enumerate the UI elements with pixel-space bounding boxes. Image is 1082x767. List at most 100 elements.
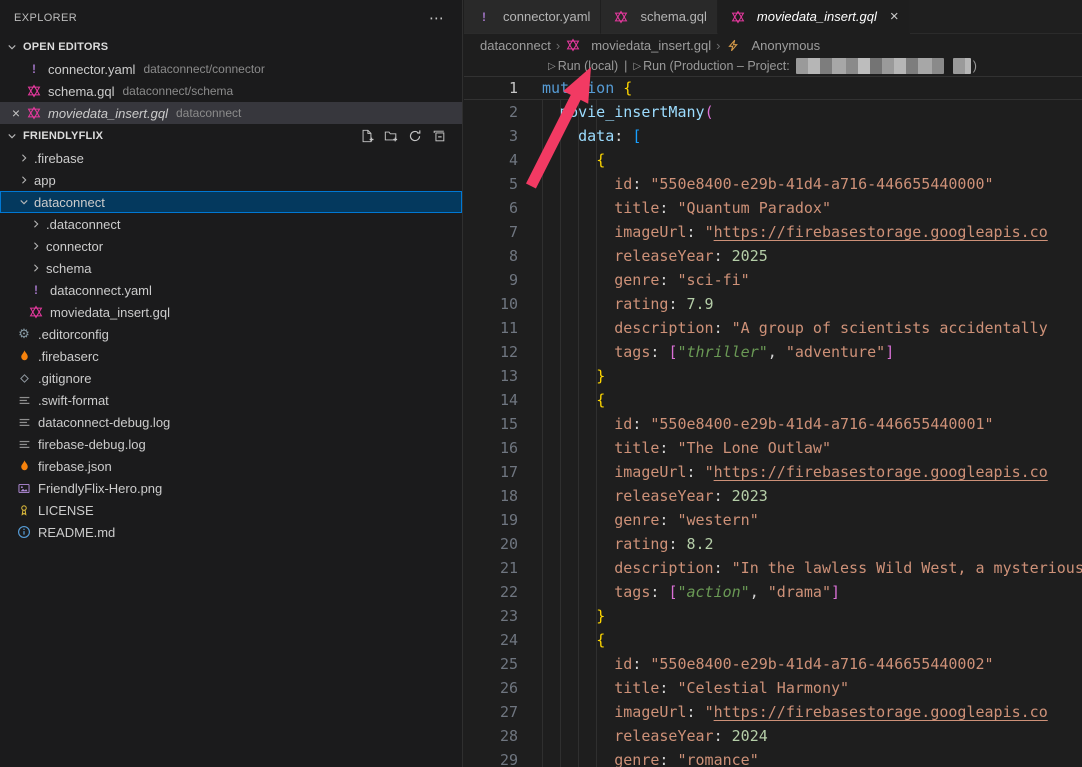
code-line-5[interactable]: 5 id: "550e8400-e29b-41d4-a716-446655440… [464, 172, 1082, 196]
tree-item-name: dataconnect.yaml [50, 283, 152, 298]
tree-item--dataconnect[interactable]: .dataconnect [0, 213, 462, 235]
info-icon [16, 524, 32, 540]
line-number: 16 [464, 436, 518, 460]
tree-item-firebase-json[interactable]: firebase.json [0, 455, 462, 477]
open-editor-item[interactable]: ×moviedata_insert.gqldataconnect [0, 102, 462, 124]
tab-connector-yaml[interactable]: !connector.yaml [464, 0, 601, 34]
tree-item-dataconnect[interactable]: dataconnect [0, 191, 462, 213]
line-number: 12 [464, 340, 518, 364]
code-line-2[interactable]: 2 movie_insertMany( [464, 100, 1082, 124]
code-text: title: "Quantum Paradox" [518, 196, 831, 220]
breadcrumb-separator: › [716, 38, 720, 53]
file-tree: .firebase app dataconnect .dataconnect conne… [0, 147, 462, 543]
yaml-icon: ! [476, 9, 492, 25]
code-line-21[interactable]: 21 description: "In the lawless Wild Wes… [464, 556, 1082, 580]
tree-item-name: .dataconnect [46, 217, 120, 232]
tree-item-name: firebase-debug.log [38, 437, 146, 452]
code-line-3[interactable]: 3 data: [ [464, 124, 1082, 148]
code-text: } [518, 364, 605, 388]
refresh-icon[interactable] [408, 129, 422, 143]
code-text: imageUrl: "https://firebasestorage.googl… [518, 220, 1048, 244]
line-number: 27 [464, 700, 518, 724]
breadcrumb-item[interactable]: moviedata_insert.gql [565, 37, 711, 53]
line-number: 28 [464, 724, 518, 748]
line-number: 8 [464, 244, 518, 268]
tab-schema-gql[interactable]: schema.gql [601, 0, 717, 34]
breadcrumb-item[interactable]: Anonymous [726, 37, 821, 53]
code-line-9[interactable]: 9 genre: "sci-fi" [464, 268, 1082, 292]
new-file-icon[interactable] [360, 129, 374, 143]
url-link[interactable]: https://firebasestorage.googleapis.co [714, 463, 1048, 481]
open-editor-item[interactable]: schema.gqldataconnect/schema [0, 80, 462, 102]
code-line-14[interactable]: 14 { [464, 388, 1082, 412]
code-line-24[interactable]: 24 { [464, 628, 1082, 652]
close-icon[interactable]: × [890, 9, 899, 24]
tree-item--editorconfig[interactable]: ⚙.editorconfig [0, 323, 462, 345]
tree-item-dataconnect-yaml[interactable]: !dataconnect.yaml [0, 279, 462, 301]
tree-item-app[interactable]: app [0, 169, 462, 191]
run-production-link[interactable]: ▷Run (Production – Project:) [633, 58, 976, 74]
tree-item-schema[interactable]: schema [0, 257, 462, 279]
tree-item-friendlyflix-hero-png[interactable]: FriendlyFlix-Hero.png [0, 477, 462, 499]
code-line-29[interactable]: 29 genre: "romance" [464, 748, 1082, 767]
tree-item--swift-format[interactable]: .swift-format [0, 389, 462, 411]
run-local-link[interactable]: ▷Run (local) [548, 59, 618, 73]
code-line-23[interactable]: 23 } [464, 604, 1082, 628]
code-line-19[interactable]: 19 genre: "western" [464, 508, 1082, 532]
code-line-17[interactable]: 17 imageUrl: "https://firebasestorage.go… [464, 460, 1082, 484]
code-line-15[interactable]: 15 id: "550e8400-e29b-41d4-a716-44665544… [464, 412, 1082, 436]
code-line-20[interactable]: 20 rating: 8.2 [464, 532, 1082, 556]
tree-item-connector[interactable]: connector [0, 235, 462, 257]
tree-item--gitignore[interactable]: .gitignore [0, 367, 462, 389]
code-text: imageUrl: "https://firebasestorage.googl… [518, 460, 1048, 484]
open-editor-name: schema.gql [48, 84, 114, 99]
tree-item-license[interactable]: LICENSE [0, 499, 462, 521]
code-line-13[interactable]: 13 } [464, 364, 1082, 388]
collapse-all-icon[interactable] [432, 129, 446, 143]
code-line-28[interactable]: 28 releaseYear: 2024 [464, 724, 1082, 748]
open-editor-item[interactable]: !connector.yamldataconnect/connector [0, 58, 462, 80]
code-line-8[interactable]: 8 releaseYear: 2025 [464, 244, 1082, 268]
code-line-18[interactable]: 18 releaseYear: 2023 [464, 484, 1082, 508]
code-line-25[interactable]: 25 id: "550e8400-e29b-41d4-a716-44665544… [464, 652, 1082, 676]
code-line-12[interactable]: 12 tags: ["thriller", "adventure"] [464, 340, 1082, 364]
code-text: rating: 7.9 [518, 292, 714, 316]
tree-item--firebase[interactable]: .firebase [0, 147, 462, 169]
code-line-4[interactable]: 4 { [464, 148, 1082, 172]
code-text: genre: "western" [518, 508, 759, 532]
url-link[interactable]: https://firebasestorage.googleapis.co [714, 223, 1048, 241]
code-line-6[interactable]: 6 title: "Quantum Paradox" [464, 196, 1082, 220]
play-icon: ▷ [548, 61, 556, 72]
tree-item-firebase-debug-log[interactable]: firebase-debug.log [0, 433, 462, 455]
code-line-22[interactable]: 22 tags: ["action", "drama"] [464, 580, 1082, 604]
tree-item-dataconnect-debug-log[interactable]: dataconnect-debug.log [0, 411, 462, 433]
code-line-11[interactable]: 11 description: "A group of scientists a… [464, 316, 1082, 340]
code-line-26[interactable]: 26 title: "Celestial Harmony" [464, 676, 1082, 700]
code-line-7[interactable]: 7 imageUrl: "https://firebasestorage.goo… [464, 220, 1082, 244]
vscode-window: EXPLORER ⋯ OPEN EDITORS !connector.yamld… [0, 0, 1082, 767]
chevron-right-icon [28, 216, 44, 232]
code-text: title: "The Lone Outlaw" [518, 436, 831, 460]
tree-item-name: app [34, 173, 56, 188]
tree-item-name: .firebase [34, 151, 84, 166]
close-icon[interactable]: × [6, 105, 26, 121]
tree-item-readme-md[interactable]: README.md [0, 521, 462, 543]
code-text: genre: "romance" [518, 748, 759, 767]
line-number: 18 [464, 484, 518, 508]
code-line-1[interactable]: 1mutation { [464, 76, 1082, 100]
breadcrumb-item[interactable]: dataconnect [480, 38, 551, 53]
project-section-header[interactable]: FRIENDLYFLIX [0, 124, 462, 147]
tree-item-moviedata-insert-gql[interactable]: moviedata_insert.gql [0, 301, 462, 323]
code-editor[interactable]: 1mutation {2 movie_insertMany(3 data: [4… [464, 76, 1082, 767]
line-number: 3 [464, 124, 518, 148]
tab-moviedata-insert-gql[interactable]: moviedata_insert.gql× [718, 0, 910, 34]
code-line-16[interactable]: 16 title: "The Lone Outlaw" [464, 436, 1082, 460]
tree-item--firebaserc[interactable]: .firebaserc [0, 345, 462, 367]
new-folder-icon[interactable] [384, 129, 398, 143]
code-line-27[interactable]: 27 imageUrl: "https://firebasestorage.go… [464, 700, 1082, 724]
code-text: title: "Celestial Harmony" [518, 676, 849, 700]
open-editors-header[interactable]: OPEN EDITORS [0, 35, 462, 58]
more-actions-icon[interactable]: ⋯ [425, 9, 448, 27]
url-link[interactable]: https://firebasestorage.googleapis.co [714, 703, 1048, 721]
code-line-10[interactable]: 10 rating: 7.9 [464, 292, 1082, 316]
